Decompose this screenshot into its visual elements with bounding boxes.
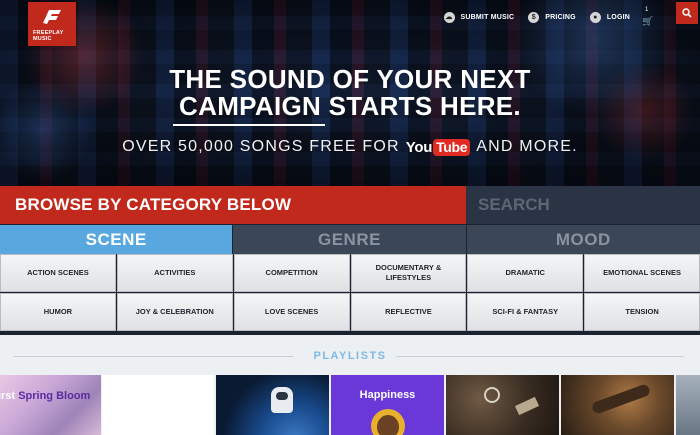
pricing-link[interactable]: $ PRICING: [528, 11, 576, 23]
playlists-section: PLAYLISTS irst Spring Bloom Happiness: [0, 335, 700, 435]
search-button[interactable]: [676, 2, 698, 24]
category-love-scenes[interactable]: LOVE SCENES: [233, 293, 350, 331]
playlist-tile-astronaut[interactable]: [216, 375, 329, 435]
browse-category-bar: BROWSE BY CATEGORY BELOW: [0, 186, 466, 224]
category-competition[interactable]: COMPETITION: [233, 254, 350, 292]
divider: [396, 356, 684, 357]
cart-count-badge: 1: [645, 7, 649, 13]
happiness-face: [377, 415, 399, 435]
logo-mark-icon: [43, 10, 61, 24]
user-icon: ●: [589, 11, 601, 23]
browse-title: BROWSE BY CATEGORY BELOW: [15, 195, 292, 214]
astronaut-image: [271, 387, 293, 413]
top-nav: ☁ SUBMIT MUSIC $ PRICING ● LOGIN: [443, 9, 700, 25]
playlist-label: irst Spring Bloom: [0, 390, 91, 402]
playlist-tile[interactable]: [676, 375, 700, 435]
logo-text: FREEPLAY MUSIC: [33, 30, 64, 42]
cart-icon: 🛒: [642, 16, 654, 26]
hero-subline: OVER 50,000 SONGS FREE FOR You Tube AND …: [122, 138, 578, 156]
playlist-tile-guitar[interactable]: [561, 375, 674, 435]
login-link[interactable]: ● LOGIN: [589, 11, 630, 23]
photo-detail: [514, 396, 540, 416]
category-tabs: SCENE GENRE MOOD: [0, 225, 700, 254]
hero-banner: FREEPLAY MUSIC ☁ SUBMIT MUSIC $ PRICING …: [0, 0, 700, 186]
category-humor[interactable]: HUMOR: [0, 293, 116, 331]
headline-underline: [173, 124, 325, 126]
guitar-image: [590, 383, 652, 415]
tab-mood[interactable]: MOOD: [466, 225, 700, 254]
search-input[interactable]: [466, 186, 700, 224]
category-tension[interactable]: TENSION: [584, 293, 700, 331]
playlist-carousel: irst Spring Bloom Happiness: [0, 375, 700, 435]
youtube-logo: You Tube: [406, 138, 471, 156]
playlist-tile-musicians[interactable]: [446, 375, 559, 435]
category-action-scenes[interactable]: ACTION SCENES: [0, 254, 116, 292]
category-grid: ACTION SCENES ACTIVITIES COMPETITION DOC…: [0, 254, 700, 331]
search-icon: [682, 8, 692, 18]
tab-genre[interactable]: GENRE: [233, 225, 467, 254]
playlist-tile-spring-bloom[interactable]: irst Spring Bloom: [0, 375, 101, 435]
category-emotional-scenes[interactable]: EMOTIONAL SCENES: [584, 254, 700, 292]
dollar-icon: $: [528, 11, 540, 23]
astronaut-visor: [276, 392, 288, 400]
playlists-header: PLAYLISTS: [0, 349, 700, 363]
cart-button[interactable]: 1 🛒: [641, 7, 655, 26]
hero-headline: THE SOUND OF YOUR NEXT CAMPAIGN STARTS H…: [169, 64, 531, 121]
upload-cloud-icon: ☁: [443, 11, 455, 23]
submit-music-link[interactable]: ☁ SUBMIT MUSIC: [443, 11, 515, 23]
tab-scene[interactable]: SCENE: [0, 225, 234, 254]
freeplay-logo[interactable]: FREEPLAY MUSIC: [28, 2, 76, 46]
category-activities[interactable]: ACTIVITIES: [116, 254, 233, 292]
category-joy-celebration[interactable]: JOY & CELEBRATION: [116, 293, 233, 331]
playlist-tile[interactable]: [102, 375, 214, 435]
playlist-tile-happiness[interactable]: Happiness: [331, 375, 444, 435]
category-documentary-lifestyles[interactable]: DOCUMENTARY & LIFESTYLES: [350, 254, 467, 292]
category-dramatic[interactable]: DRAMATIC: [467, 254, 584, 292]
playlist-label: Happiness: [359, 389, 416, 401]
category-reflective[interactable]: REFLECTIVE: [350, 293, 467, 331]
photo-detail: [484, 387, 500, 403]
category-sci-fi-fantasy[interactable]: SCI-FI & FANTASY: [467, 293, 584, 331]
